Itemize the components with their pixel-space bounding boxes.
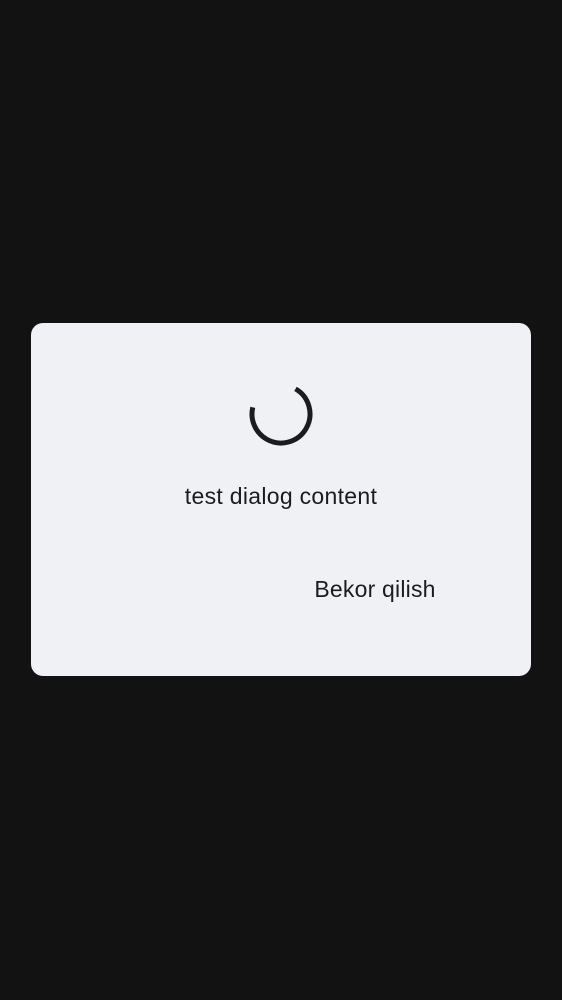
dialog-content-text: test dialog content [184, 483, 378, 509]
loading-dialog: test dialog content Bekor qilish [31, 323, 531, 676]
screen-backdrop: test dialog content Bekor qilish [0, 0, 562, 1000]
progress-spinner-icon [249, 382, 313, 446]
cancel-button[interactable]: Bekor qilish [297, 567, 453, 611]
